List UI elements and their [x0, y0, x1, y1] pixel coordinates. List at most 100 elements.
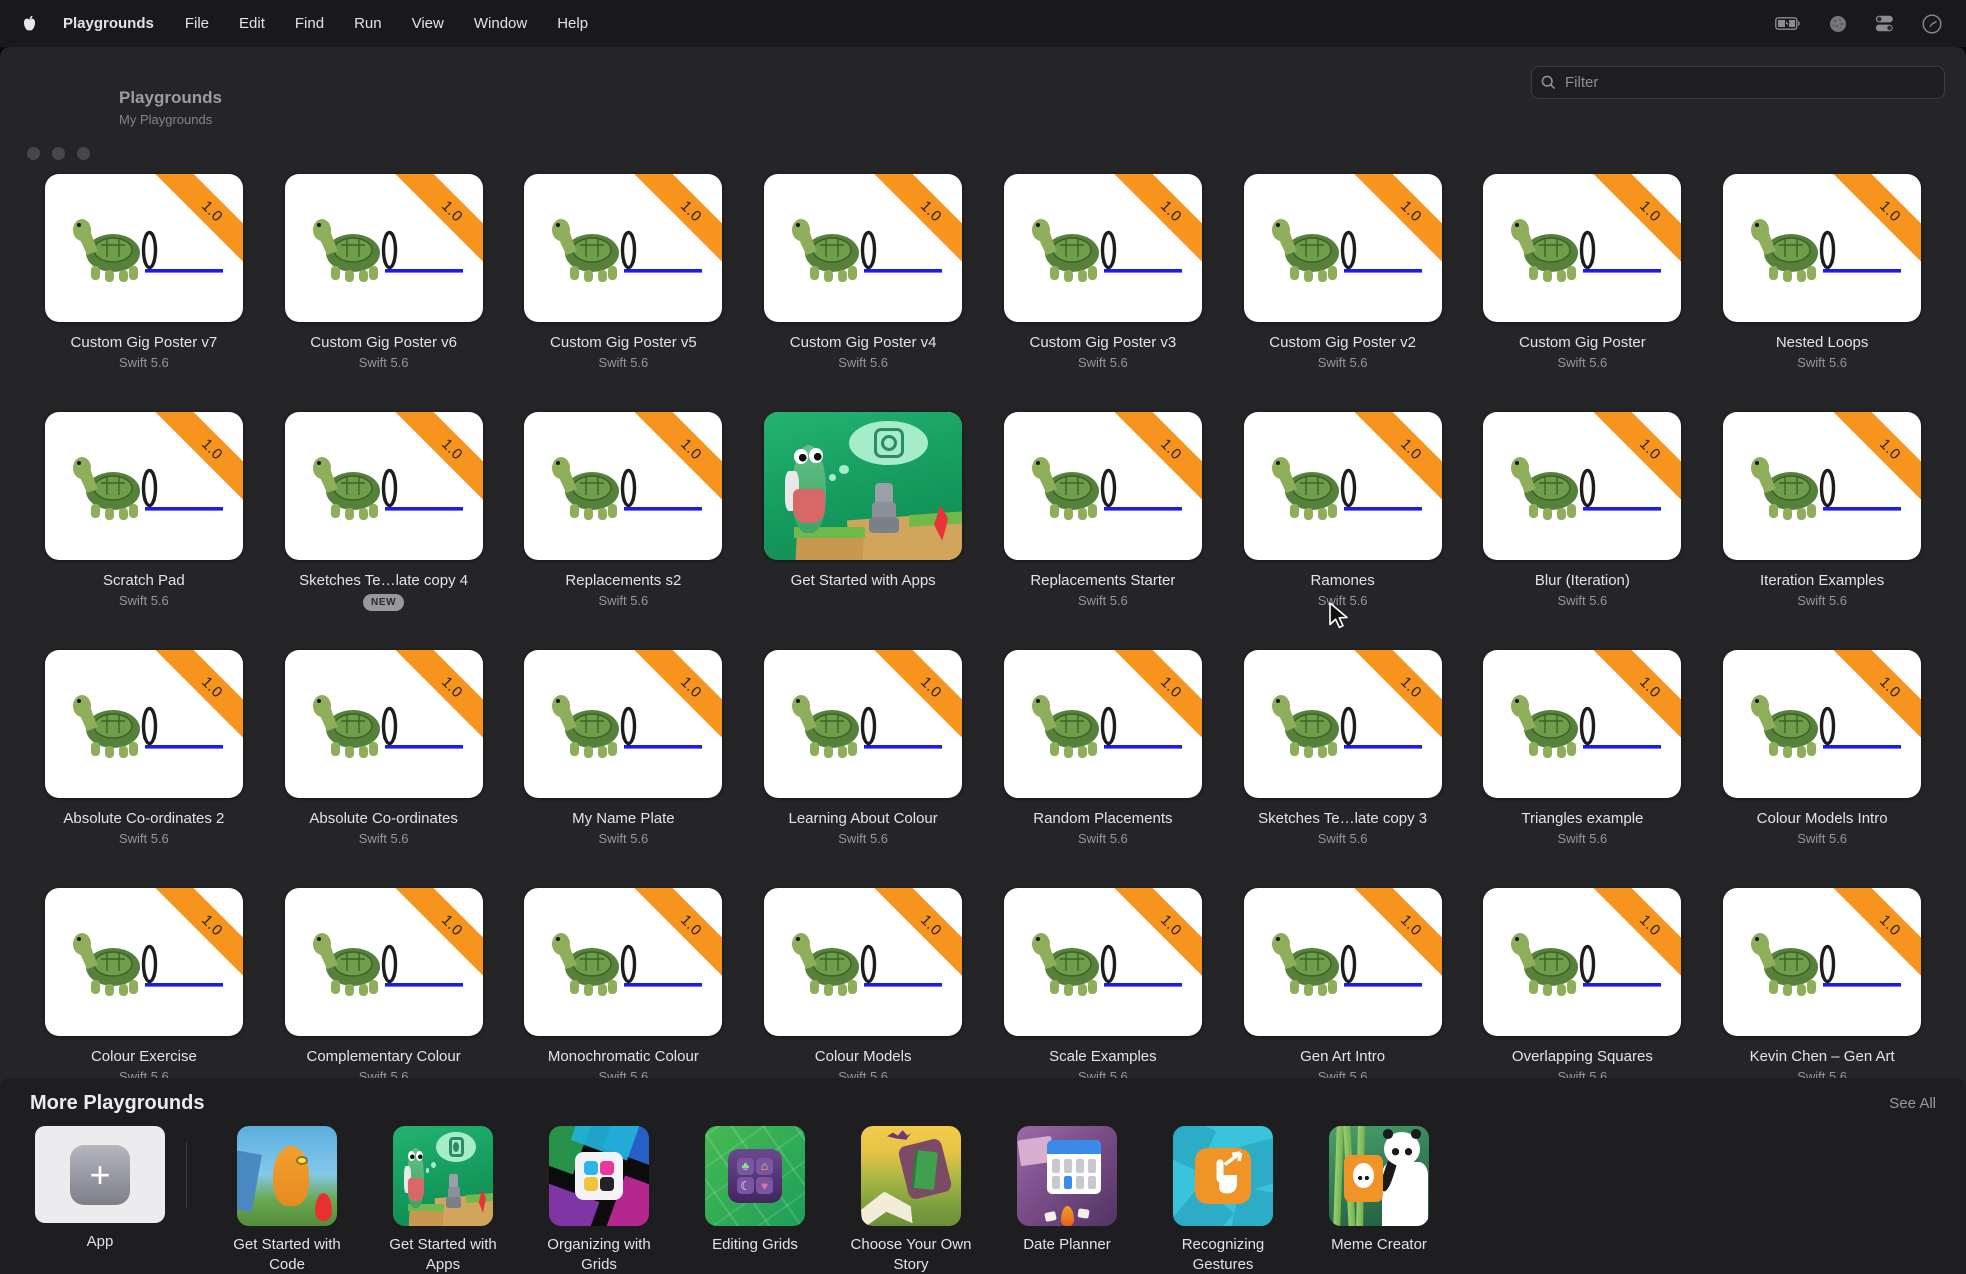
- playground-item-iteration-examples[interactable]: 1.0Iteration ExamplesSwift 5.6: [1702, 412, 1942, 650]
- more-item-get-started-with-code[interactable]: Get Started with Code: [209, 1126, 365, 1274]
- playground-item-replacements-starter[interactable]: 1.0Replacements StarterSwift 5.6: [983, 412, 1223, 650]
- playground-thumbnail[interactable]: 1.0: [524, 650, 722, 798]
- date-planner-icon[interactable]: [1017, 1126, 1117, 1226]
- playground-thumbnail[interactable]: 1.0: [524, 888, 722, 1036]
- zoom-button[interactable]: [77, 147, 90, 160]
- playground-item-replacements-s2[interactable]: 1.0Replacements s2Swift 5.6: [504, 412, 744, 650]
- menu-item-run[interactable]: Run: [339, 15, 397, 32]
- playground-thumbnail[interactable]: 1.0: [1004, 412, 1202, 560]
- more-item-recognizing-gestures[interactable]: Recognizing Gestures: [1145, 1126, 1301, 1274]
- playground-thumbnail[interactable]: 1.0: [285, 650, 483, 798]
- playground-item-custom-gig-poster-v7[interactable]: 1.0Custom Gig Poster v7Swift 5.6: [24, 174, 264, 412]
- control-center-icon[interactable]: [1875, 15, 1894, 32]
- playground-item-learning-about-colour[interactable]: 1.0Learning About ColourSwift 5.6: [743, 650, 983, 888]
- playground-item-custom-gig-poster-v3[interactable]: 1.0Custom Gig Poster v3Swift 5.6: [983, 174, 1223, 412]
- playground-thumbnail[interactable]: 1.0: [1483, 650, 1681, 798]
- playground-thumbnail[interactable]: 1.0: [1004, 174, 1202, 322]
- choose-your-own-story-icon[interactable]: [861, 1126, 961, 1226]
- new-app-card[interactable]: +: [35, 1126, 165, 1223]
- get-started-with-code-icon[interactable]: [237, 1126, 337, 1226]
- meme-creator-icon[interactable]: [1329, 1126, 1429, 1226]
- playground-title: Get Started with Apps: [791, 572, 936, 589]
- playground-item-absolute-co-ordinates-2[interactable]: 1.0Absolute Co-ordinates 2Swift 5.6: [24, 650, 264, 888]
- playground-item-random-placements[interactable]: 1.0Random PlacementsSwift 5.6: [983, 650, 1223, 888]
- playground-thumbnail[interactable]: 1.0: [764, 888, 962, 1036]
- playground-thumbnail[interactable]: 1.0: [764, 174, 962, 322]
- organizing-with-grids-icon[interactable]: [549, 1126, 649, 1226]
- turtle-pen-graphic: [1022, 685, 1184, 763]
- playground-thumbnail[interactable]: 1.0: [285, 174, 483, 322]
- playground-thumbnail[interactable]: 1.0: [764, 650, 962, 798]
- playground-thumbnail[interactable]: 1.0: [1723, 412, 1921, 560]
- playground-item-my-name-plate[interactable]: 1.0My Name PlateSwift 5.6: [504, 650, 744, 888]
- playground-item-custom-gig-poster-v4[interactable]: 1.0Custom Gig Poster v4Swift 5.6: [743, 174, 983, 412]
- menu-item-help[interactable]: Help: [542, 15, 603, 32]
- playground-item-sketches-te-late-copy-3[interactable]: 1.0Sketches Te…late copy 3Swift 5.6: [1223, 650, 1463, 888]
- get-started-with-apps-icon[interactable]: [393, 1126, 493, 1226]
- playground-title: Nested Loops: [1776, 334, 1869, 351]
- playground-item-custom-gig-poster-v2[interactable]: 1.0Custom Gig Poster v2Swift 5.6: [1223, 174, 1463, 412]
- playground-thumbnail[interactable]: 1.0: [45, 412, 243, 560]
- playground-item-get-started-with-apps[interactable]: Get Started with Apps: [743, 412, 983, 650]
- playground-thumbnail[interactable]: 1.0: [1483, 174, 1681, 322]
- menu-item-window[interactable]: Window: [459, 15, 542, 32]
- close-button[interactable]: [27, 147, 40, 160]
- playground-thumbnail[interactable]: 1.0: [1483, 888, 1681, 1036]
- more-item-organizing-with-grids[interactable]: Organizing with Grids: [521, 1126, 677, 1274]
- battery-charging-icon[interactable]: [1775, 17, 1801, 30]
- playground-thumbnail[interactable]: 1.0: [524, 412, 722, 560]
- playground-item-scratch-pad[interactable]: 1.0Scratch PadSwift 5.6: [24, 412, 264, 650]
- filter-field[interactable]: [1531, 66, 1945, 99]
- more-item-meme-creator[interactable]: Meme Creator: [1301, 1126, 1457, 1255]
- playground-thumbnail[interactable]: 1.0: [45, 650, 243, 798]
- more-item-app[interactable]: +App: [30, 1126, 170, 1252]
- more-item-editing-grids[interactable]: ♣⌂☾♥Editing Grids: [677, 1126, 833, 1255]
- menu-item-playgrounds[interactable]: Playgrounds: [47, 15, 170, 32]
- playground-item-custom-gig-poster-v5[interactable]: 1.0Custom Gig Poster v5Swift 5.6: [504, 174, 744, 412]
- filter-input[interactable]: [1563, 73, 1935, 92]
- playground-item-nested-loops[interactable]: 1.0Nested LoopsSwift 5.6: [1702, 174, 1942, 412]
- playground-thumbnail[interactable]: 1.0: [524, 174, 722, 322]
- playground-item-ramones[interactable]: 1.0RamonesSwift 5.6: [1223, 412, 1463, 650]
- playground-thumbnail[interactable]: 1.0: [1004, 888, 1202, 1036]
- playground-title: Ramones: [1311, 572, 1375, 589]
- playground-thumbnail[interactable]: 1.0: [285, 412, 483, 560]
- playground-thumbnail[interactable]: 1.0: [285, 888, 483, 1036]
- menu-item-edit[interactable]: Edit: [224, 15, 280, 32]
- menu-item-file[interactable]: File: [170, 15, 224, 32]
- playground-thumbnail[interactable]: 1.0: [1004, 650, 1202, 798]
- playground-thumbnail[interactable]: 1.0: [1723, 650, 1921, 798]
- playground-item-custom-gig-poster[interactable]: 1.0Custom Gig PosterSwift 5.6: [1463, 174, 1703, 412]
- playground-thumbnail[interactable]: 1.0: [45, 174, 243, 322]
- moon-icon[interactable]: [1829, 15, 1847, 33]
- more-item-get-started-with-apps[interactable]: Get Started with Apps: [365, 1126, 521, 1274]
- apple-menu[interactable]: [0, 15, 47, 33]
- recognizing-gestures-icon[interactable]: [1173, 1126, 1273, 1226]
- menu-item-view[interactable]: View: [397, 15, 459, 32]
- playground-thumbnail[interactable]: 1.0: [1723, 888, 1921, 1036]
- minimize-button[interactable]: [52, 147, 65, 160]
- playground-thumbnail[interactable]: 1.0: [1244, 174, 1442, 322]
- playground-item-triangles-example[interactable]: 1.0Triangles exampleSwift 5.6: [1463, 650, 1703, 888]
- more-item-date-planner[interactable]: Date Planner: [989, 1126, 1145, 1255]
- playground-thumbnail[interactable]: [764, 412, 962, 560]
- playground-thumbnail[interactable]: 1.0: [1244, 650, 1442, 798]
- more-item-choose-your-own-story[interactable]: Choose Your Own Story: [833, 1126, 989, 1274]
- turtle-pen-graphic: [1501, 209, 1663, 287]
- playground-thumbnail[interactable]: 1.0: [45, 888, 243, 1036]
- playground-thumbnail[interactable]: 1.0: [1483, 412, 1681, 560]
- playground-item-blur-iteration[interactable]: 1.0Blur (Iteration)Swift 5.6: [1463, 412, 1703, 650]
- plus-icon: +: [70, 1145, 130, 1205]
- playground-thumbnail[interactable]: 1.0: [1723, 174, 1921, 322]
- playground-item-colour-models-intro[interactable]: 1.0Colour Models IntroSwift 5.6: [1702, 650, 1942, 888]
- clock-icon[interactable]: [1922, 14, 1942, 34]
- see-all-link[interactable]: See All: [1889, 1095, 1936, 1112]
- turtle-pen-graphic: [542, 209, 704, 287]
- playground-thumbnail[interactable]: 1.0: [1244, 888, 1442, 1036]
- playground-item-sketches-te-late-copy-4[interactable]: 1.0Sketches Te…late copy 4NEW: [264, 412, 504, 650]
- editing-grids-icon[interactable]: ♣⌂☾♥: [705, 1126, 805, 1226]
- playground-thumbnail[interactable]: 1.0: [1244, 412, 1442, 560]
- menu-item-find[interactable]: Find: [280, 15, 339, 32]
- playground-item-custom-gig-poster-v6[interactable]: 1.0Custom Gig Poster v6Swift 5.6: [264, 174, 504, 412]
- playground-item-absolute-co-ordinates[interactable]: 1.0Absolute Co-ordinatesSwift 5.6: [264, 650, 504, 888]
